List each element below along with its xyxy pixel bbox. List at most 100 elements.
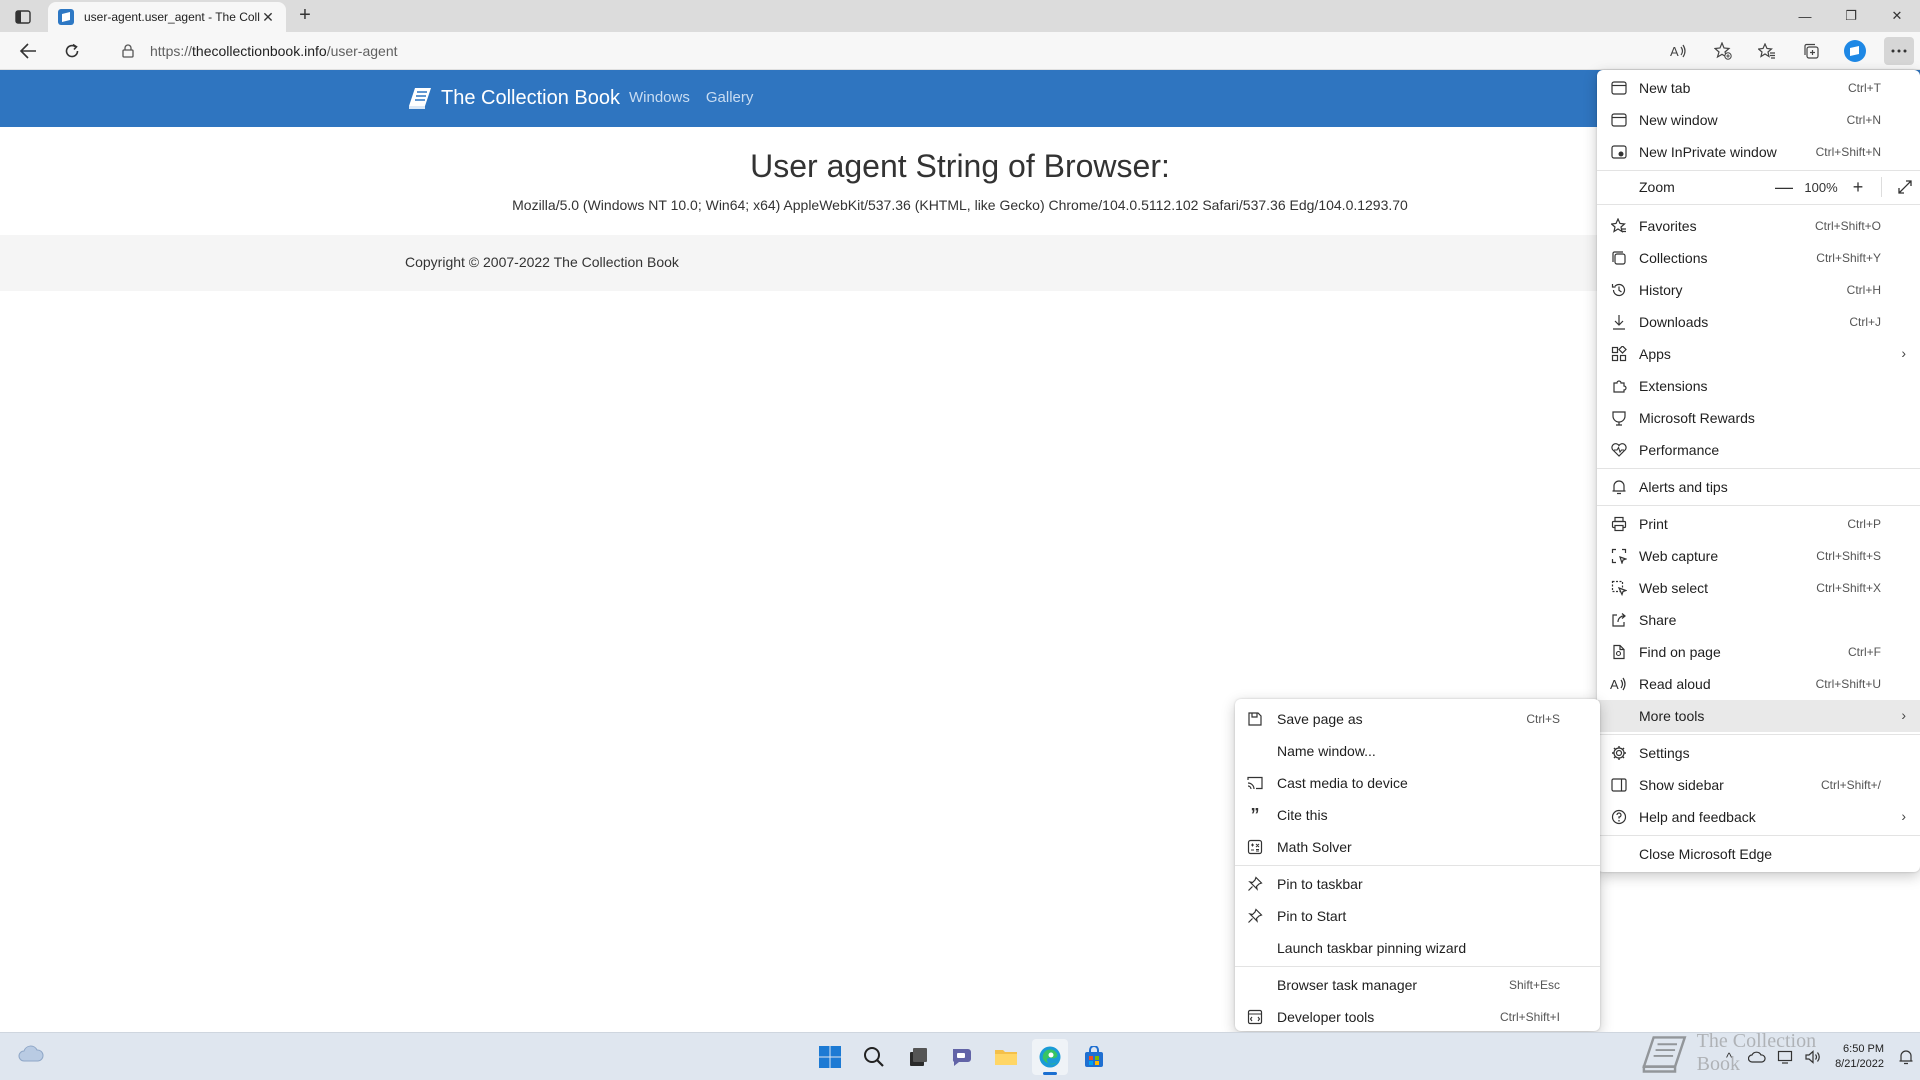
collections-icon[interactable]: [1796, 37, 1826, 65]
menu-item-show-sidebar[interactable]: Show sidebar Ctrl+Shift+/: [1597, 769, 1920, 801]
menu-item-alerts-and-tips[interactable]: Alerts and tips: [1597, 471, 1920, 503]
read-aloud-icon: A: [1609, 674, 1629, 694]
save-page-icon: [1245, 709, 1265, 729]
menu-item-help-and-feedback[interactable]: Help and feedback ›: [1597, 801, 1920, 833]
add-favorite-icon[interactable]: [1708, 37, 1738, 65]
full-screen-button[interactable]: [1890, 171, 1920, 203]
task-manager-spacer: [1245, 975, 1265, 995]
store-button[interactable]: [1076, 1039, 1112, 1075]
zoom-out-button[interactable]: —: [1769, 171, 1799, 203]
search-button[interactable]: [856, 1039, 892, 1075]
web-select-icon: [1609, 578, 1629, 598]
new-tab-button[interactable]: +: [294, 5, 316, 27]
navigation-bar: https://thecollectionbook.info/user-agen…: [0, 32, 1920, 70]
minimize-button[interactable]: —: [1782, 0, 1828, 32]
notifications-bell-icon[interactable]: [1892, 1033, 1920, 1080]
restore-button[interactable]: ❐: [1828, 0, 1874, 32]
menu-item-find-on-page[interactable]: Find on page Ctrl+F: [1597, 636, 1920, 668]
nav-link-gallery[interactable]: Gallery: [706, 89, 754, 106]
menu-divider: [1597, 835, 1920, 836]
submenu-item-pin-start[interactable]: Pin to Start: [1235, 900, 1600, 932]
profile-button[interactable]: [1840, 37, 1870, 65]
menu-item-web-capture[interactable]: Web capture Ctrl+Shift+S: [1597, 540, 1920, 572]
help-icon: [1609, 807, 1629, 827]
back-arrow-icon: [19, 43, 36, 59]
submenu-item-pin-taskbar[interactable]: Pin to taskbar: [1235, 868, 1600, 900]
start-button[interactable]: [812, 1039, 848, 1075]
submenu-item-pinning-wizard[interactable]: Launch taskbar pinning wizard: [1235, 932, 1600, 964]
browser-tab[interactable]: user-agent.user_agent - The Coll ✕: [48, 2, 286, 32]
site-nav: Windows Gallery: [629, 89, 753, 106]
menu-item-settings[interactable]: Settings: [1597, 737, 1920, 769]
menu-item-shortcut: Ctrl+Shift+/: [1820, 778, 1881, 792]
submenu-divider: [1235, 966, 1600, 967]
weather-widget[interactable]: [18, 1045, 44, 1065]
menu-item-more-tools[interactable]: More tools ›: [1597, 700, 1920, 732]
zoom-in-button[interactable]: +: [1843, 171, 1873, 203]
menu-item-downloads[interactable]: Downloads Ctrl+J: [1597, 306, 1920, 338]
submenu-item-save-page[interactable]: Save page as Ctrl+S: [1235, 703, 1600, 735]
site-brand[interactable]: The Collection Book: [405, 84, 620, 112]
new-tab-icon: [1609, 78, 1629, 98]
menu-item-collections[interactable]: Collections Ctrl+Shift+Y: [1597, 242, 1920, 274]
more-dots-icon: [1891, 49, 1907, 53]
menu-item-new-tab[interactable]: New tab Ctrl+T: [1597, 72, 1920, 104]
menu-item-favorites[interactable]: Favorites Ctrl+Shift+O: [1597, 210, 1920, 242]
nav-link-windows[interactable]: Windows: [629, 89, 690, 106]
teams-chat-button[interactable]: [944, 1039, 980, 1075]
menu-item-label: Settings: [1639, 745, 1690, 761]
menu-item-web-select[interactable]: Web select Ctrl+Shift+X: [1597, 572, 1920, 604]
cloud-icon: [18, 1045, 44, 1062]
read-aloud-icon[interactable]: A: [1664, 37, 1694, 65]
address-bar[interactable]: https://thecollectionbook.info/user-agen…: [110, 37, 1670, 65]
zoom-separator: [1881, 177, 1882, 197]
edge-taskbar-button[interactable]: [1032, 1039, 1068, 1075]
zoom-spacer: [1609, 177, 1629, 197]
menu-item-history[interactable]: History Ctrl+H: [1597, 274, 1920, 306]
back-button[interactable]: [16, 39, 40, 63]
task-view-button[interactable]: [900, 1039, 936, 1075]
lock-icon[interactable]: [120, 43, 136, 59]
submenu-item-cite-this[interactable]: ” Cite this: [1235, 799, 1600, 831]
footer-copyright: Copyright © 2007-2022 The Collection Boo…: [405, 254, 679, 270]
windows-logo-icon: [819, 1046, 841, 1068]
menu-item-label: More tools: [1639, 708, 1705, 724]
submenu-item-developer-tools[interactable]: Developer tools Ctrl+Shift+I: [1235, 1001, 1600, 1033]
menu-item-read-aloud[interactable]: A Read aloud Ctrl+Shift+U: [1597, 668, 1920, 700]
submenu-item-cast-media[interactable]: Cast media to device: [1235, 767, 1600, 799]
close-edge-spacer: [1609, 844, 1629, 864]
submenu-item-task-manager[interactable]: Browser task manager Shift+Esc: [1235, 969, 1600, 1001]
menu-item-new-inprivate-window[interactable]: New InPrivate window Ctrl+Shift+N: [1597, 136, 1920, 168]
settings-menu: New tab Ctrl+T New window Ctrl+N New InP…: [1597, 70, 1920, 872]
menu-item-shortcut: Ctrl+J: [1849, 315, 1881, 329]
file-explorer-button[interactable]: [988, 1039, 1024, 1075]
tab-actions-button[interactable]: [10, 6, 36, 28]
refresh-button[interactable]: [60, 39, 84, 63]
menu-item-new-window[interactable]: New window Ctrl+N: [1597, 104, 1920, 136]
menu-item-extensions[interactable]: Extensions: [1597, 370, 1920, 402]
chevron-right-icon: ›: [1901, 707, 1906, 723]
watermark-text: The Collection Book: [1696, 1030, 1817, 1075]
zoom-value: 100%: [1804, 179, 1838, 195]
inprivate-icon: [1609, 142, 1629, 162]
find-on-page-icon: [1609, 642, 1629, 662]
svg-text:A: A: [1610, 677, 1619, 692]
submenu-item-math-solver[interactable]: Math Solver: [1235, 831, 1600, 863]
chat-icon: [952, 1049, 971, 1066]
menu-item-performance[interactable]: Performance: [1597, 434, 1920, 466]
menu-item-close-edge[interactable]: Close Microsoft Edge: [1597, 838, 1920, 870]
menu-item-apps[interactable]: Apps ›: [1597, 338, 1920, 370]
menu-item-microsoft-rewards[interactable]: Microsoft Rewards: [1597, 402, 1920, 434]
menu-item-shortcut: Ctrl+Shift+X: [1816, 581, 1881, 595]
menu-item-print[interactable]: Print Ctrl+P: [1597, 508, 1920, 540]
menu-item-label: Help and feedback: [1639, 809, 1756, 825]
profile-icon: [1844, 40, 1866, 62]
favorites-icon[interactable]: [1752, 37, 1782, 65]
settings-and-more-button[interactable]: [1884, 37, 1914, 65]
menu-item-share[interactable]: Share: [1597, 604, 1920, 636]
store-icon: [1085, 1046, 1103, 1067]
submenu-item-name-window[interactable]: Name window...: [1235, 735, 1600, 767]
close-window-button[interactable]: ✕: [1874, 0, 1920, 32]
tab-close-icon[interactable]: ✕: [260, 9, 276, 25]
submenu-item-label: Cite this: [1277, 807, 1328, 823]
